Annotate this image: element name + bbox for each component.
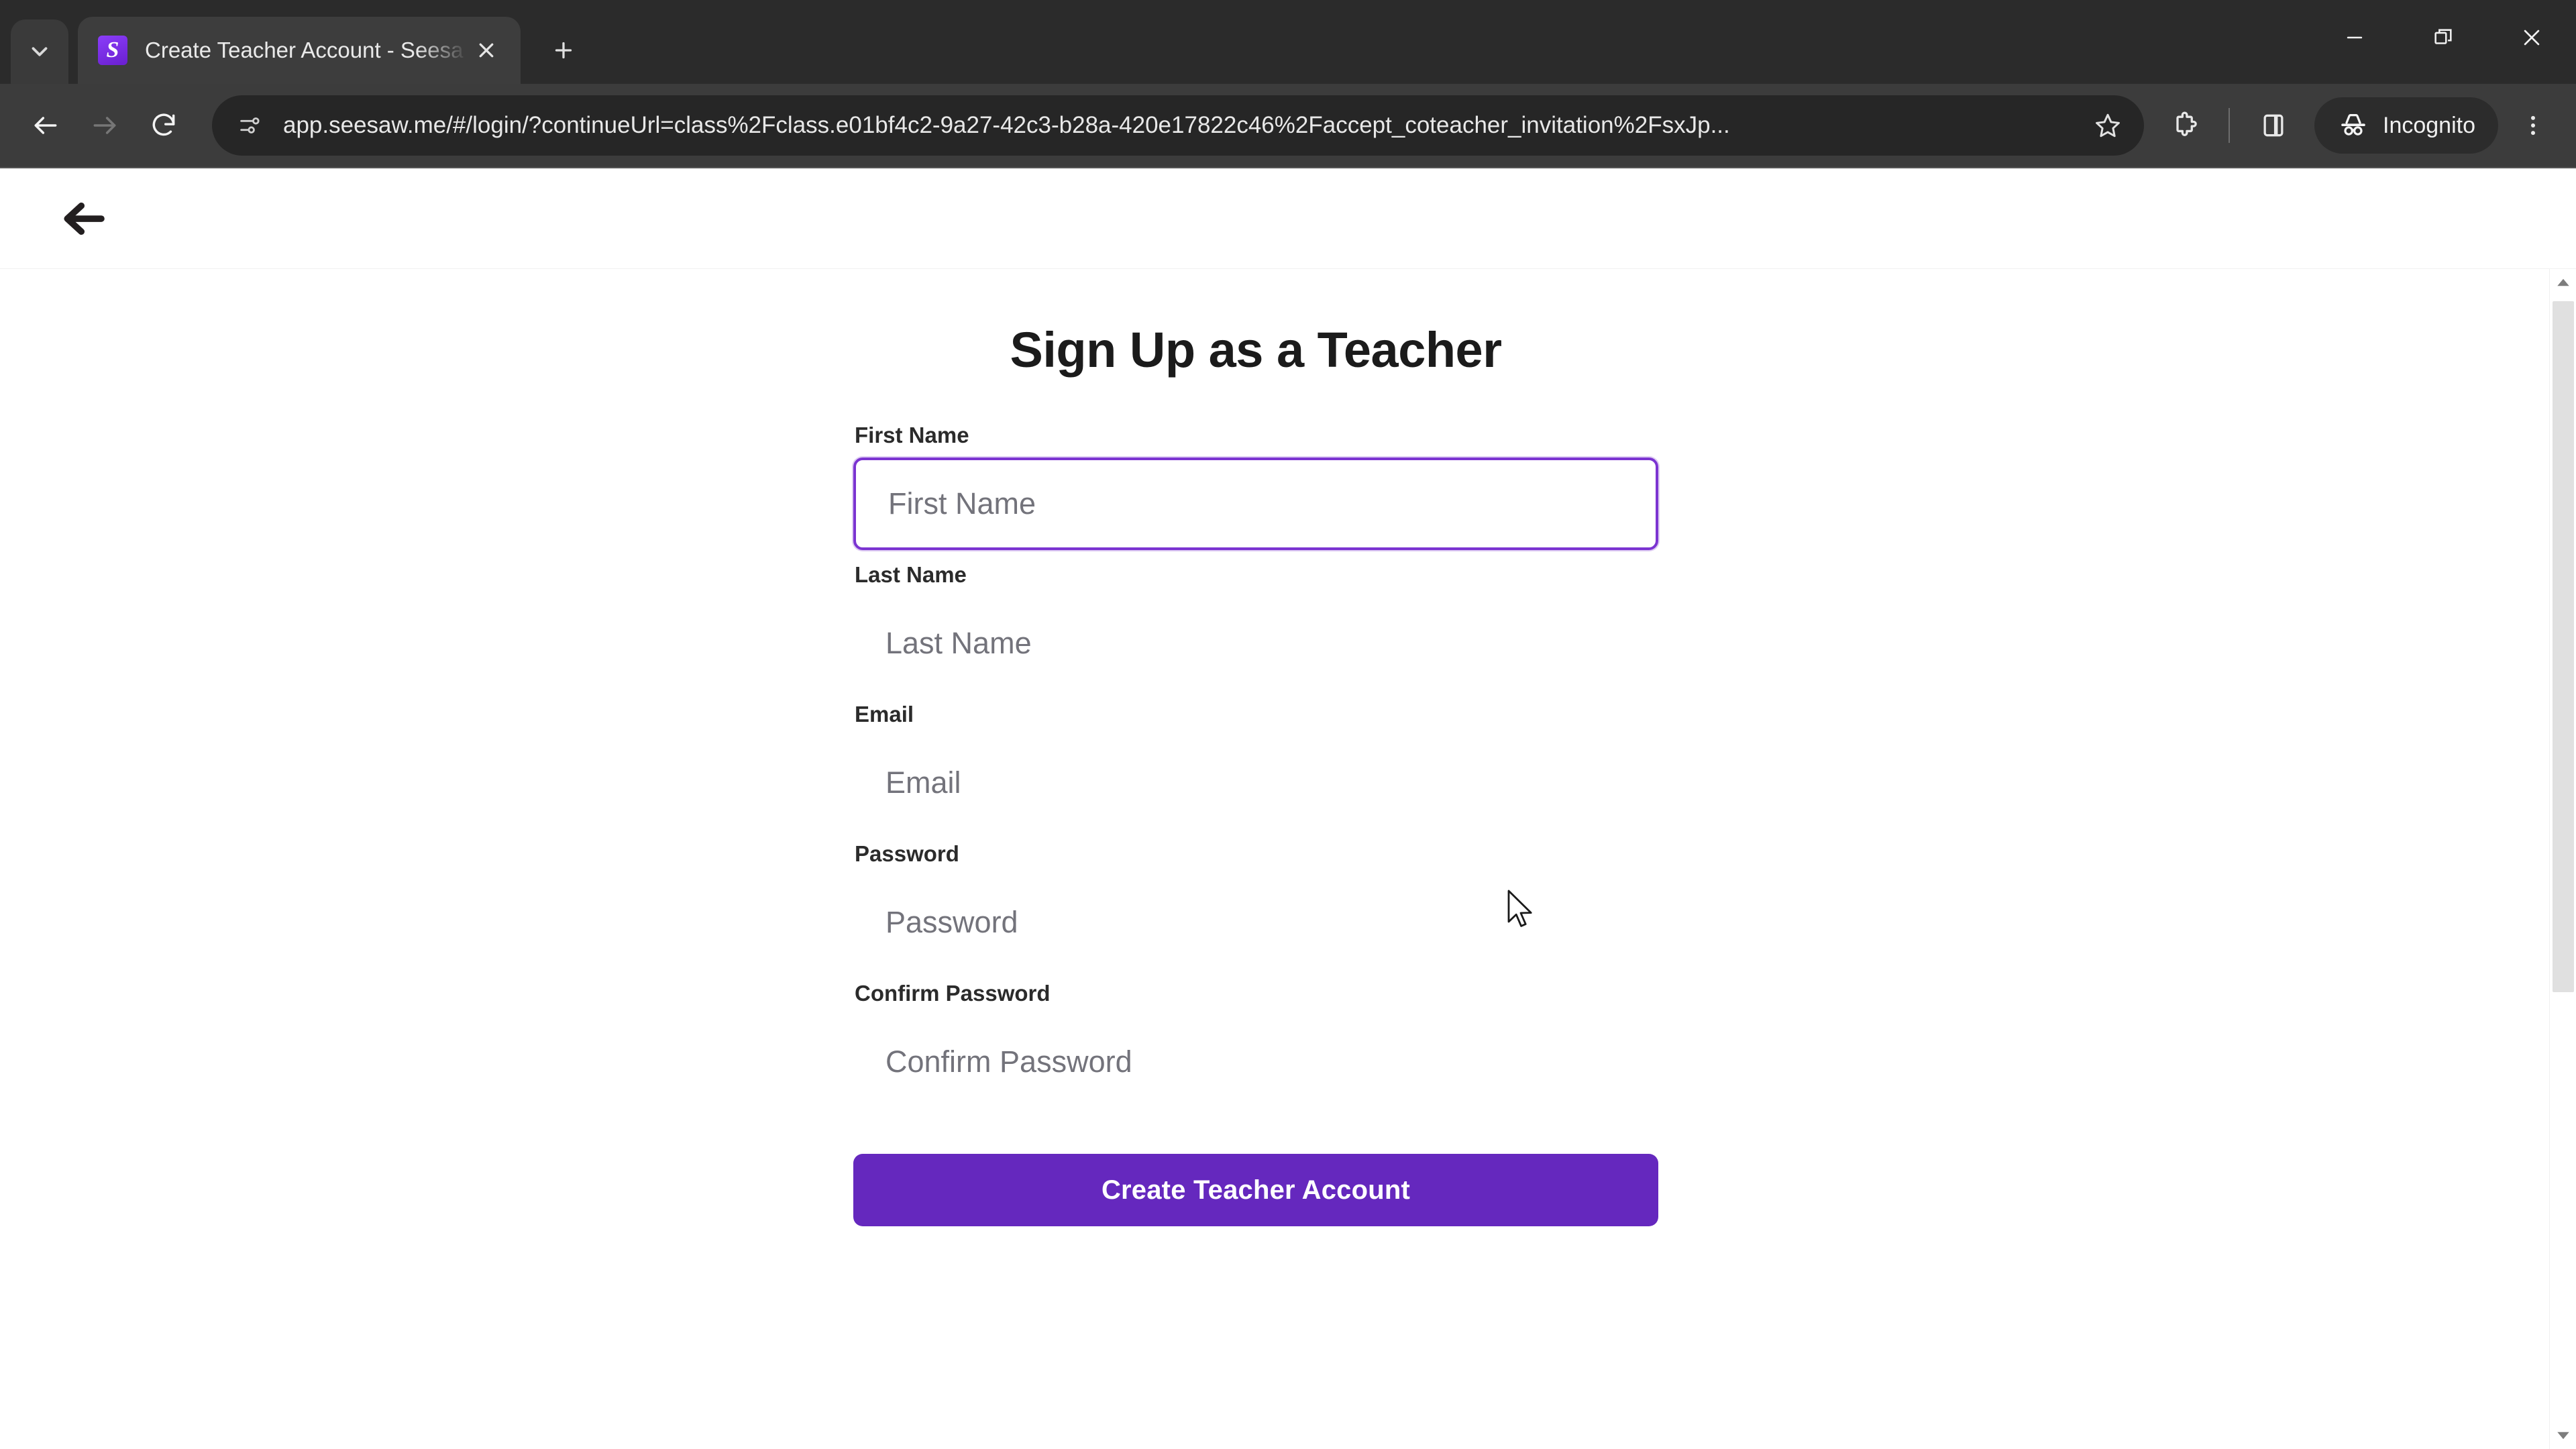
- close-icon: [479, 43, 494, 58]
- extensions-button[interactable]: [2156, 97, 2214, 154]
- field-password: Password: [853, 841, 1658, 969]
- tab-strip: S Create Teacher Account - Seesa: [0, 0, 2576, 84]
- field-label-first-name: First Name: [855, 423, 969, 447]
- star-icon: [2096, 113, 2120, 138]
- page-title: Sign Up as a Teacher: [1010, 322, 1503, 378]
- bookmark-button[interactable]: [2088, 105, 2128, 146]
- address-bar[interactable]: app.seesaw.me/#/login/?continueUrl=class…: [212, 95, 2144, 156]
- favicon-letter: S: [106, 38, 119, 62]
- minimize-button[interactable]: [2310, 0, 2399, 75]
- window-controls: [2310, 0, 2576, 75]
- scrollbar-thumb[interactable]: [2553, 301, 2574, 992]
- arrow-left-icon: [34, 117, 57, 134]
- close-icon: [2524, 30, 2540, 46]
- puzzle-piece-icon: [2176, 111, 2197, 136]
- page-content: Sign Up as a Teacher First Name Last Nam…: [0, 269, 2576, 1449]
- tab-search-button[interactable]: [11, 19, 68, 84]
- caret-down-icon: [2557, 1432, 2569, 1440]
- field-label-last-name: Last Name: [855, 562, 967, 587]
- incognito-label: Incognito: [2383, 112, 2475, 138]
- browser-toolbar: app.seesaw.me/#/login/?continueUrl=class…: [0, 84, 2576, 168]
- arrow-right-icon: [93, 117, 116, 134]
- caret-up-icon: [2557, 278, 2569, 286]
- page-back-button[interactable]: [52, 189, 113, 249]
- email-input[interactable]: [853, 737, 1658, 829]
- side-panel-button[interactable]: [2245, 97, 2302, 154]
- restore-icon: [2434, 29, 2452, 44]
- field-label-email: Email: [855, 702, 914, 727]
- incognito-indicator[interactable]: Incognito: [2314, 97, 2498, 154]
- password-input[interactable]: [853, 876, 1658, 969]
- scroll-down-button[interactable]: [2550, 1422, 2576, 1449]
- reload-icon: [152, 113, 175, 136]
- field-email: Email: [853, 702, 1658, 829]
- side-panel-icon: [2263, 114, 2284, 137]
- arrow-left-icon: [64, 202, 105, 235]
- restore-button[interactable]: [2399, 0, 2487, 75]
- tab-create-teacher-account[interactable]: S Create Teacher Account - Seesa: [78, 17, 521, 84]
- tab-title: Create Teacher Account - Seesa: [145, 38, 464, 62]
- chevron-down-icon: [32, 47, 48, 56]
- first-name-input[interactable]: [853, 458, 1658, 550]
- browser-window: S Create Teacher Account - Seesa app.see…: [0, 0, 2576, 1449]
- address-bar-text[interactable]: app.seesaw.me/#/login/?continueUrl=class…: [283, 112, 2088, 139]
- plus-icon: [555, 42, 572, 59]
- site-info-button[interactable]: [235, 110, 266, 141]
- scroll-up-button[interactable]: [2550, 269, 2576, 296]
- toolbar-divider: [2229, 108, 2230, 143]
- three-dot-menu-icon: [2530, 115, 2536, 136]
- field-first-name: First Name: [853, 423, 1658, 550]
- tune-site-settings-icon: [240, 117, 260, 133]
- chrome-menu-button[interactable]: [2506, 96, 2560, 155]
- minimize-icon: [2347, 36, 2363, 39]
- tab-close-button[interactable]: [468, 32, 504, 68]
- page-top-bar: [0, 168, 2576, 269]
- incognito-spy-icon: [2341, 114, 2365, 136]
- close-window-button[interactable]: [2487, 0, 2576, 75]
- field-confirm-password: Confirm Password: [853, 981, 1658, 1108]
- field-last-name: Last Name: [853, 562, 1658, 690]
- create-teacher-account-button[interactable]: Create Teacher Account: [853, 1154, 1658, 1226]
- page-viewport: Sign Up as a Teacher First Name Last Nam…: [0, 168, 2576, 1449]
- field-label-confirm-password: Confirm Password: [855, 981, 1051, 1006]
- vertical-scrollbar[interactable]: [2549, 269, 2576, 1449]
- back-button[interactable]: [16, 96, 75, 155]
- new-tab-button[interactable]: [538, 25, 589, 76]
- last-name-input[interactable]: [853, 597, 1658, 690]
- forward-button[interactable]: [75, 96, 134, 155]
- confirm-password-input[interactable]: [853, 1016, 1658, 1108]
- field-label-password: Password: [855, 841, 959, 866]
- seesaw-logo-icon: S: [98, 36, 127, 65]
- signup-form: Sign Up as a Teacher First Name Last Nam…: [853, 269, 1658, 1226]
- reload-button[interactable]: [134, 96, 193, 155]
